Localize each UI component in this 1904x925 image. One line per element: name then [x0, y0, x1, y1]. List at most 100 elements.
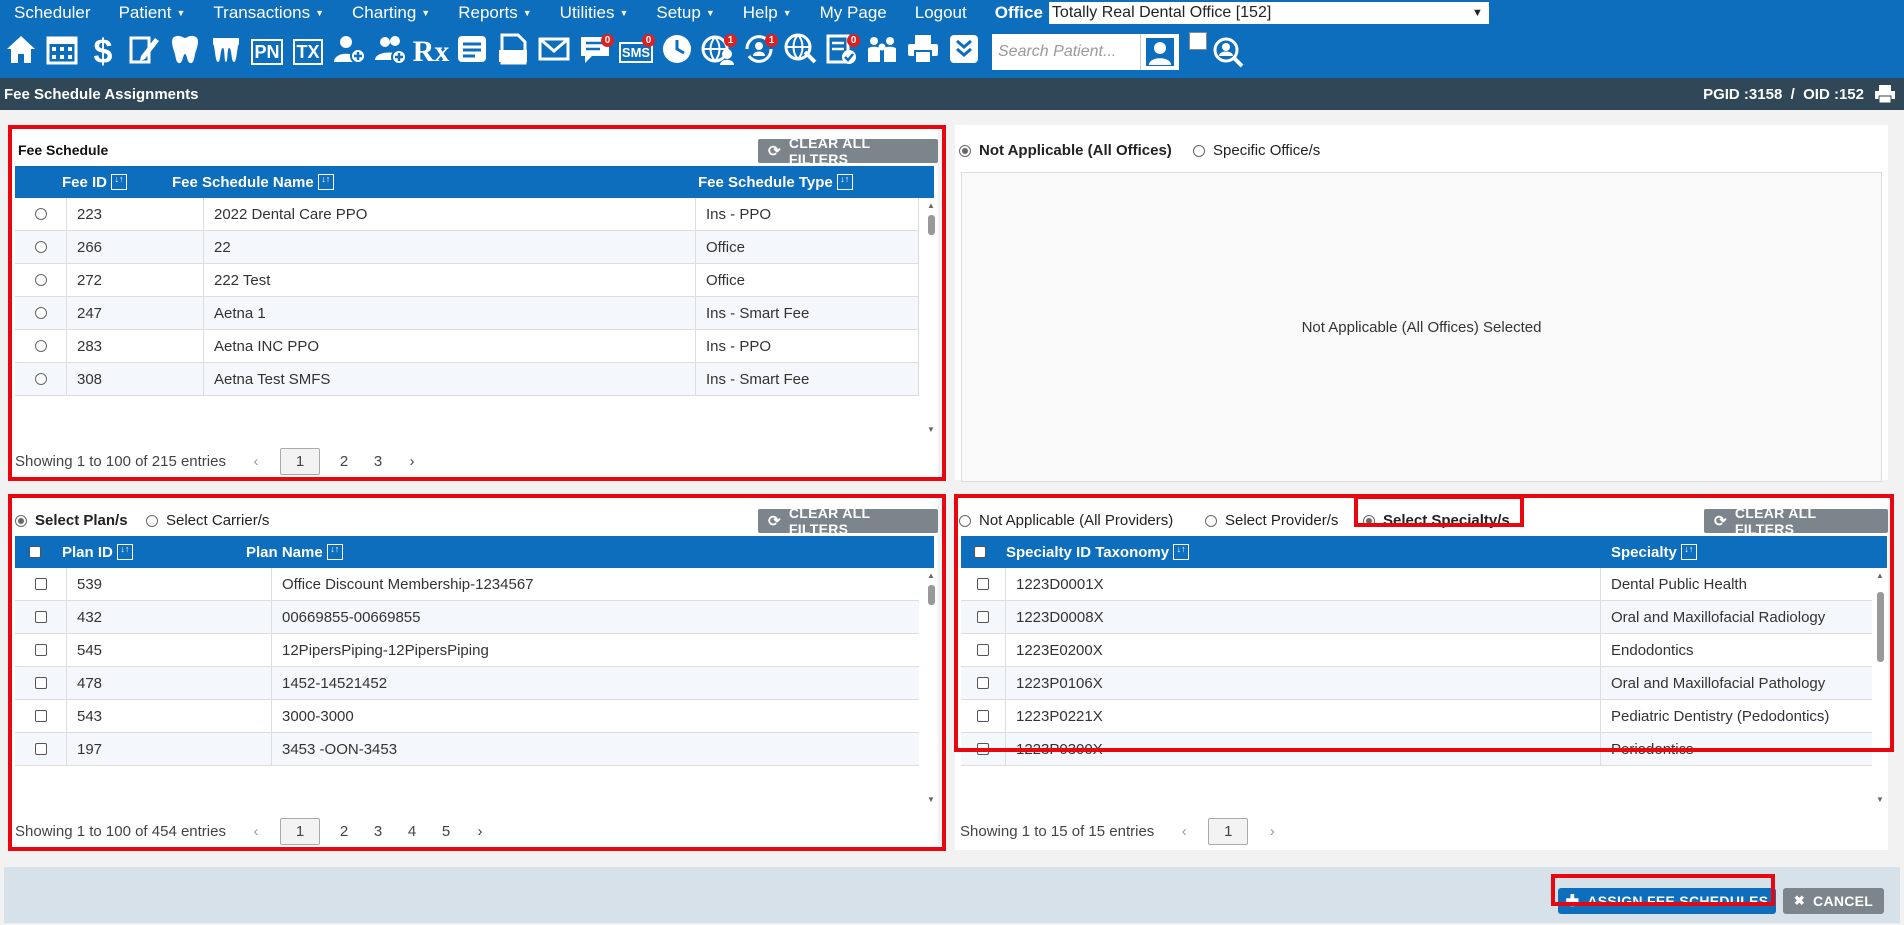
patient-search-button[interactable] — [1140, 34, 1179, 70]
specialty-select-all-checkbox[interactable] — [974, 536, 986, 568]
sms-button[interactable]: SMS 0 — [617, 32, 655, 72]
printer-button[interactable] — [904, 32, 942, 72]
toolbar-checkbox[interactable] — [1189, 32, 1207, 50]
table-row[interactable]: 308 Aetna Test SMFS Ins - Smart Fee — [15, 363, 919, 396]
table-row[interactable]: 197 3453 -OON-3453 — [15, 733, 919, 766]
tooth-button[interactable] — [166, 32, 204, 72]
page-button[interactable]: 1 — [1208, 817, 1249, 845]
col-specialty[interactable]: Specialty ↓↑ — [1611, 536, 1697, 568]
patient-lookup-button[interactable] — [1209, 32, 1247, 72]
specific-offices-radio[interactable]: Specific Office/s — [1193, 142, 1320, 159]
row-checkbox[interactable] — [34, 677, 47, 689]
chat-button[interactable]: 0 — [576, 32, 614, 72]
row-checkbox[interactable] — [34, 743, 47, 755]
cancel-button[interactable]: ✖ CANCEL — [1783, 888, 1884, 914]
menu-item-scheduler[interactable]: Scheduler — [0, 3, 105, 23]
row-checkbox[interactable] — [977, 578, 989, 590]
notes-button[interactable] — [453, 32, 491, 72]
table-row[interactable]: 1223D0001X Dental Public Health — [961, 568, 1872, 601]
tx-button[interactable]: TX — [289, 32, 327, 72]
col-plan-id[interactable]: Plan ID ↓↑ — [62, 536, 133, 568]
row-checkbox[interactable] — [34, 710, 47, 722]
scroll-down-icon[interactable]: ▼ — [924, 424, 938, 436]
page-button[interactable]: 1 — [279, 447, 320, 475]
col-fee-schedule-type[interactable]: Fee Schedule Type ↓↑ — [698, 166, 853, 198]
plans-select-all-checkbox[interactable] — [29, 536, 41, 568]
row-checkbox[interactable] — [977, 677, 989, 689]
table-row[interactable]: 1223D0008X Oral and Maxillofacial Radiolo… — [961, 601, 1872, 634]
clock-button[interactable] — [658, 32, 696, 72]
row-checkbox[interactable] — [977, 743, 989, 755]
menu-item-charting[interactable]: Charting ▼ — [338, 3, 444, 23]
dollar-button[interactable]: $ — [84, 32, 122, 72]
table-row[interactable]: 1223E0200X Endodontics — [961, 634, 1872, 667]
globe-users-button[interactable]: 1 — [699, 32, 737, 72]
table-row[interactable]: 545 12PipersPiping-12PipersPiping — [15, 634, 919, 667]
row-checkbox[interactable] — [34, 611, 47, 623]
fee-schedule-clear-filters-button[interactable]: ⟳ CLEAR ALL FILTERS — [758, 135, 938, 167]
mail-button[interactable] — [535, 32, 573, 72]
menu-item-setup[interactable]: Setup ▼ — [642, 3, 728, 23]
col-fee-id[interactable]: Fee ID ↓↑ — [62, 166, 128, 198]
next-page-button[interactable]: › — [402, 453, 422, 470]
col-specialty-id[interactable]: Specialty ID Taxonomy ↓↑ — [1006, 536, 1190, 568]
fee-schedule-scrollbar[interactable]: ▲ ▼ — [924, 198, 938, 438]
row-radio[interactable] — [34, 307, 47, 319]
select-specialty-radio[interactable]: Select Specialty/s — [1363, 512, 1510, 529]
table-row[interactable]: 266 22 Office — [15, 231, 919, 264]
prev-page-button[interactable]: ‹ — [246, 453, 266, 470]
home-button[interactable] — [2, 32, 40, 72]
menu-item-help[interactable]: Help ▼ — [729, 3, 806, 23]
providers-clear-filters-button[interactable]: ⟳ CLEAR ALL FILTERS — [1704, 505, 1888, 537]
scroll-up-icon[interactable]: ▲ — [924, 200, 938, 212]
table-row[interactable]: 272 222 Test Office — [15, 264, 919, 297]
row-radio[interactable] — [34, 373, 47, 385]
table-row[interactable]: 539 Office Discount Membership-1234567 — [15, 568, 919, 601]
search-patient-input[interactable]: Search Patient... — [992, 34, 1140, 70]
table-row[interactable]: 432 00669855-00669855 — [15, 601, 919, 634]
plans-clear-filters-button[interactable]: ⟳ CLEAR ALL FILTERS — [758, 505, 938, 537]
table-row[interactable]: 1223P0221X Pediatric Dentistry (Pedodonti… — [961, 700, 1872, 733]
table-row[interactable]: 1223P0106X Oral and Maxillofacial Patholo… — [961, 667, 1872, 700]
col-plan-name[interactable]: Plan Name ↓↑ — [246, 536, 343, 568]
task-button[interactable]: 0 — [822, 32, 860, 72]
web-button[interactable] — [781, 32, 819, 72]
sync-user-button[interactable]: 1 — [740, 32, 778, 72]
menu-item-my-page[interactable]: My Page — [806, 3, 901, 23]
scroll-down-icon[interactable]: ▼ — [1873, 794, 1887, 806]
family-button[interactable] — [863, 32, 901, 72]
select-plans-radio[interactable]: Select Plan/s — [15, 512, 128, 529]
page-button[interactable]: 5 — [436, 823, 456, 840]
edit-button[interactable] — [125, 32, 163, 72]
next-page-button[interactable]: › — [470, 823, 490, 840]
scroll-thumb[interactable] — [1877, 592, 1884, 662]
table-row[interactable]: 478 1452-14521452 — [15, 667, 919, 700]
add-patient-button[interactable] — [330, 32, 368, 72]
page-button[interactable]: 1 — [279, 817, 320, 845]
document-button[interactable] — [494, 32, 532, 72]
row-radio[interactable] — [34, 241, 47, 253]
plans-scrollbar[interactable]: ▲ ▼ — [924, 568, 938, 808]
next-page-button[interactable]: › — [1262, 823, 1282, 840]
scroll-up-icon[interactable]: ▲ — [924, 570, 938, 582]
table-row[interactable]: 543 3000-3000 — [15, 700, 919, 733]
row-checkbox[interactable] — [977, 710, 989, 722]
page-button[interactable]: 3 — [368, 453, 388, 470]
row-radio[interactable] — [34, 208, 47, 220]
page-button[interactable]: 4 — [402, 823, 422, 840]
prev-page-button[interactable]: ‹ — [246, 823, 266, 840]
scroll-thumb[interactable] — [928, 585, 935, 605]
menu-item-patient[interactable]: Patient ▼ — [105, 3, 200, 23]
teeth-chart-button[interactable] — [207, 32, 245, 72]
menu-item-reports[interactable]: Reports ▼ — [444, 3, 545, 23]
pn-button[interactable]: PN — [248, 32, 286, 72]
print-icon[interactable] — [1874, 84, 1896, 104]
row-checkbox[interactable] — [977, 611, 989, 623]
menu-item-logout[interactable]: Logout — [901, 3, 981, 23]
row-checkbox[interactable] — [34, 644, 47, 656]
office-select[interactable]: Totally Real Dental Office [152] ▼ — [1048, 2, 1489, 24]
scroll-up-icon[interactable]: ▲ — [1873, 570, 1887, 582]
table-row[interactable]: 247 Aetna 1 Ins - Smart Fee — [15, 297, 919, 330]
page-button[interactable]: 2 — [334, 823, 354, 840]
page-button[interactable]: 2 — [334, 453, 354, 470]
